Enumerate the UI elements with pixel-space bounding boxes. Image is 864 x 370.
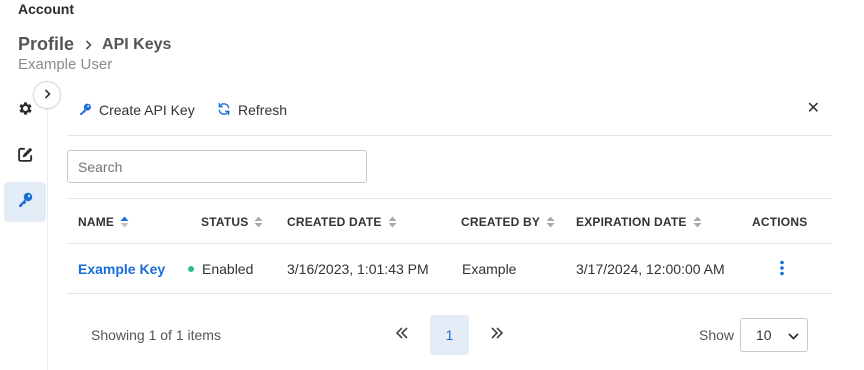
gear-icon	[17, 100, 34, 122]
close-icon[interactable]: ✕	[807, 101, 820, 117]
sort-ascending-icon	[120, 216, 129, 228]
created-date-cell: 3/16/2023, 1:01:43 PM	[287, 261, 429, 277]
column-label: CREATED DATE	[287, 215, 382, 229]
column-label: STATUS	[201, 215, 249, 229]
toolbar: Create API Key Refresh ✕	[67, 88, 832, 136]
sidebar-item-api-keys[interactable]	[4, 182, 46, 222]
sort-icon	[254, 216, 263, 228]
sort-icon	[388, 216, 397, 228]
page-size-value: 10	[756, 327, 772, 343]
create-api-key-button[interactable]: Create API Key	[79, 99, 195, 121]
column-label: ACTIONS	[752, 215, 808, 229]
table-row: Example Key Enabled 3/16/2023, 1:01:43 P…	[67, 244, 832, 294]
refresh-button[interactable]: Refresh	[217, 99, 287, 121]
column-header-actions: ACTIONS	[752, 199, 807, 245]
breadcrumb-profile[interactable]: Profile	[18, 34, 74, 55]
row-actions-menu-button[interactable]	[779, 244, 785, 294]
previous-page-button[interactable]	[389, 324, 415, 346]
column-header-name[interactable]: NAME	[78, 199, 129, 245]
breadcrumb: Profile API Keys	[18, 34, 171, 55]
breadcrumb-api-keys: API Keys	[102, 35, 172, 53]
sort-icon	[693, 216, 702, 228]
create-api-key-label: Create API Key	[99, 102, 195, 118]
chevrons-right-icon	[490, 326, 504, 344]
chevron-right-icon	[44, 86, 51, 104]
expiration-date-cell: 3/17/2024, 12:00:00 AM	[576, 261, 725, 277]
key-icon	[79, 102, 99, 119]
page-size-select[interactable]: 10	[740, 318, 808, 352]
section-title: Account	[18, 1, 74, 17]
expand-sidebar-button[interactable]	[33, 81, 61, 109]
api-keys-table: NAME STATUS CREATED DATE CREATED BY EXPI…	[67, 198, 832, 294]
refresh-icon	[217, 102, 238, 119]
status-dot-icon	[188, 266, 194, 272]
user-name: Example User	[18, 56, 113, 73]
table-header: NAME STATUS CREATED DATE CREATED BY EXPI…	[67, 198, 832, 244]
sidebar-item-edit[interactable]	[4, 137, 46, 177]
status-badge: Enabled	[188, 244, 253, 294]
key-name-link[interactable]: Example Key	[78, 244, 165, 294]
chevrons-left-icon	[395, 326, 409, 344]
pagination-info: Showing 1 of 1 items	[91, 327, 221, 343]
more-vertical-icon	[779, 260, 785, 279]
chevron-right-icon	[85, 39, 92, 50]
refresh-label: Refresh	[238, 102, 288, 118]
column-label: NAME	[78, 215, 115, 229]
column-header-created-date[interactable]: CREATED DATE	[287, 199, 397, 245]
key-icon	[17, 191, 34, 213]
column-label: CREATED BY	[461, 215, 541, 229]
next-page-button[interactable]	[484, 324, 510, 346]
chevron-down-icon	[788, 327, 799, 343]
page-button-current[interactable]: 1	[430, 315, 469, 355]
sort-icon	[546, 216, 555, 228]
column-header-status[interactable]: STATUS	[201, 199, 263, 245]
column-header-expiration-date[interactable]: EXPIRATION DATE	[576, 199, 702, 245]
created-by-cell: Example	[462, 261, 517, 277]
column-header-created-by[interactable]: CREATED BY	[461, 199, 555, 245]
page-size-label: Show	[699, 327, 735, 343]
edit-icon	[17, 146, 34, 168]
status-label: Enabled	[202, 261, 254, 277]
column-label: EXPIRATION DATE	[576, 215, 687, 229]
search-input[interactable]	[67, 150, 367, 183]
